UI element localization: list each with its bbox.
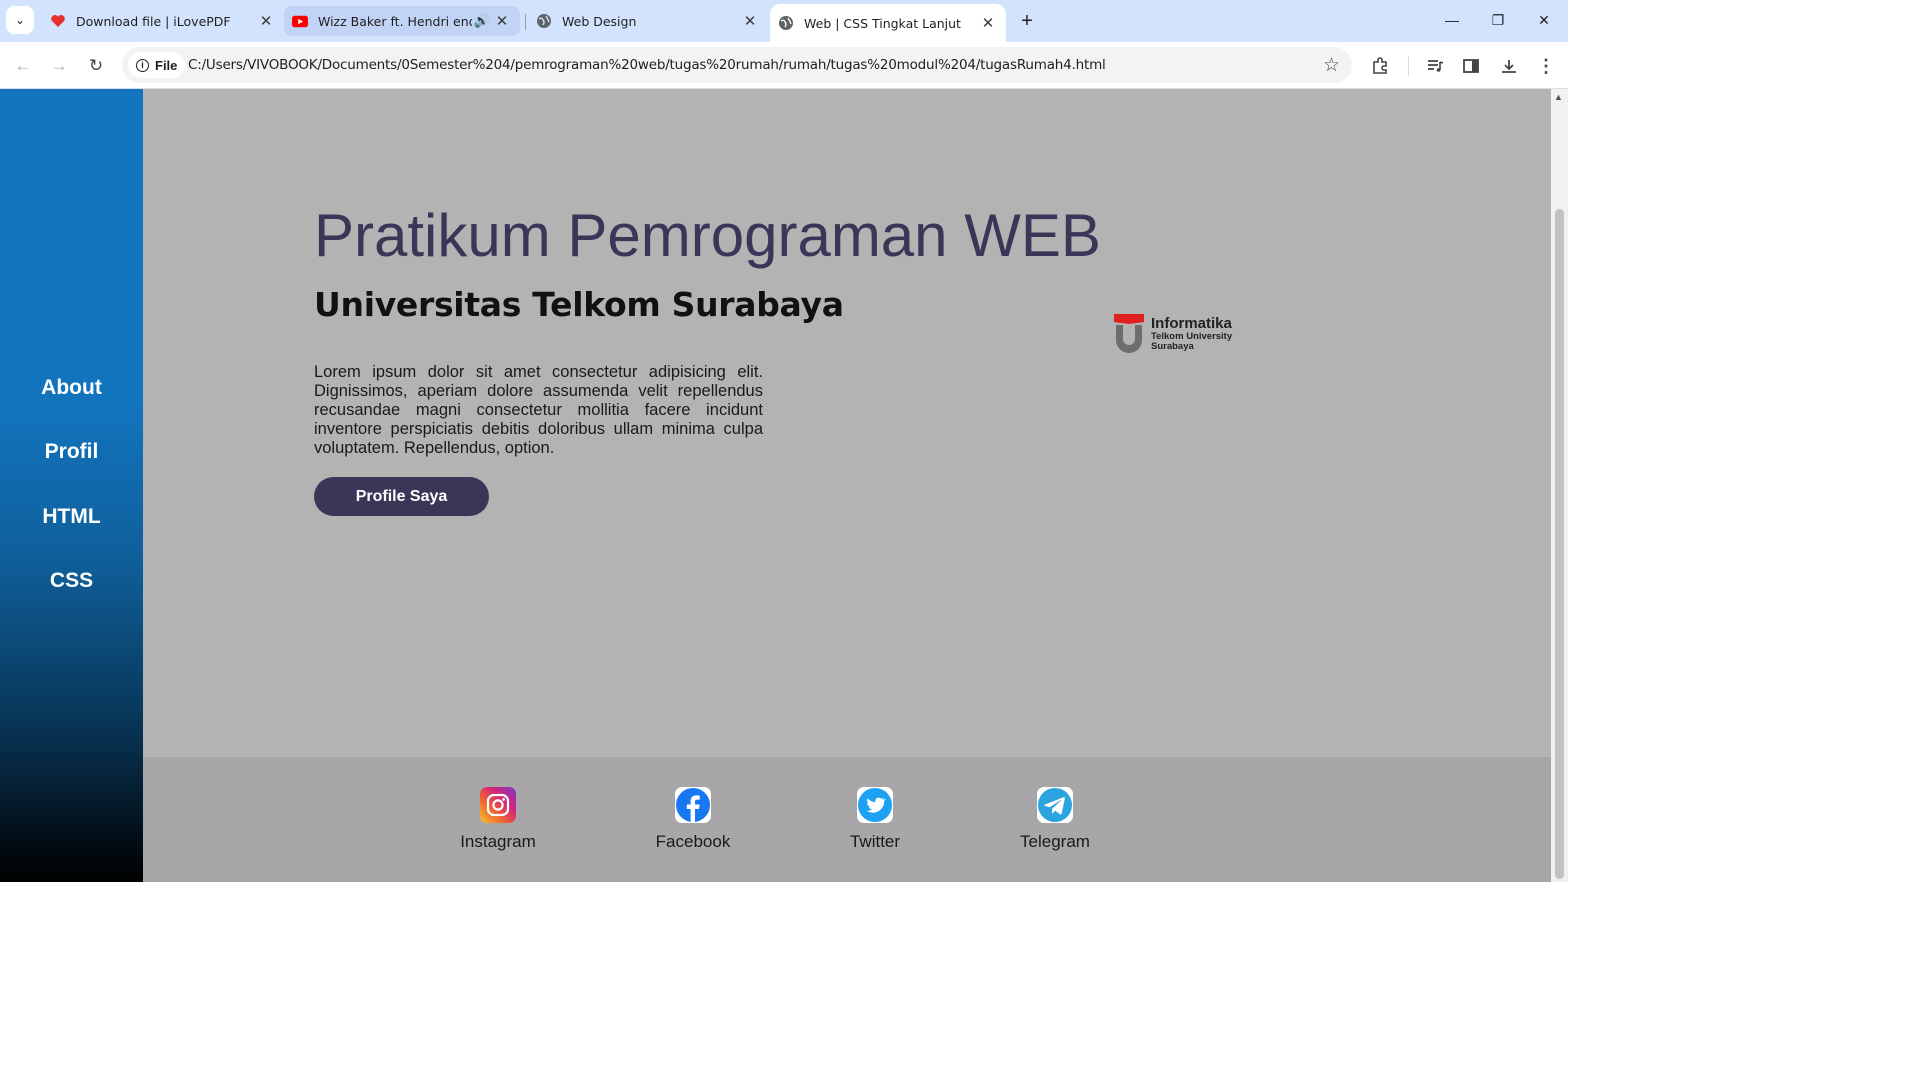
tab-title: Web Design bbox=[562, 13, 637, 29]
page-scrollbar[interactable]: ▲ bbox=[1551, 89, 1568, 882]
main-content: Pratikum Pemrograman WEB Universitas Tel… bbox=[143, 89, 1551, 757]
extensions-puzzle-icon[interactable] bbox=[1368, 54, 1392, 78]
restore-icon[interactable]: ❐ bbox=[1476, 6, 1520, 34]
url-text[interactable]: C:/Users/VIVOBOOK/Documents/0Semester%20… bbox=[188, 57, 1106, 73]
site-info-chip[interactable]: i File bbox=[128, 52, 186, 78]
telegram-icon bbox=[1037, 787, 1073, 823]
globe-icon bbox=[536, 13, 552, 29]
back-arrow-icon[interactable]: ← bbox=[8, 51, 38, 81]
tab-separator bbox=[525, 14, 526, 30]
scroll-up-arrow-icon[interactable]: ▲ bbox=[1554, 92, 1563, 102]
tab-youtube[interactable]: Wizz Baker ft. Hendri endico 🔊 ✕ bbox=[284, 6, 520, 36]
profile-saya-button[interactable]: Profile Saya bbox=[314, 477, 489, 516]
new-tab-plus-icon[interactable]: + bbox=[1014, 8, 1040, 34]
instagram-icon bbox=[480, 787, 516, 823]
page-subtitle: Universitas Telkom Surabaya bbox=[314, 285, 844, 324]
intro-paragraph: Lorem ipsum dolor sit amet consectetur a… bbox=[314, 363, 763, 457]
globe-icon bbox=[778, 15, 794, 31]
informatika-logo: Informatika Telkom University Surabaya bbox=[1113, 312, 1232, 356]
footer: Instagram Facebook Twitter Telegram bbox=[143, 757, 1551, 882]
ilovepdf-heart-icon bbox=[50, 13, 66, 29]
close-icon[interactable]: ✕ bbox=[256, 11, 276, 31]
media-control-icon[interactable] bbox=[1423, 54, 1447, 78]
tab-ilovepdf[interactable]: Download file | iLovePDF ✕ bbox=[46, 6, 276, 36]
reload-icon[interactable]: ↻ bbox=[81, 51, 111, 81]
forward-arrow-icon[interactable]: → bbox=[44, 51, 74, 81]
page-viewport: About Profil HTML CSS Pratikum Pemrogram… bbox=[0, 89, 1568, 882]
window-close-icon[interactable]: ✕ bbox=[1522, 6, 1566, 34]
facebook-icon bbox=[675, 787, 711, 823]
tab-title: Web | CSS Tingkat Lanjut bbox=[804, 15, 961, 31]
telkom-u-logo-icon bbox=[1113, 312, 1145, 356]
sidebar-item-html[interactable]: HTML bbox=[0, 505, 143, 529]
tab-css-tingkat-lanjut[interactable]: Web | CSS Tingkat Lanjut ✕ bbox=[770, 4, 1006, 42]
sidebar-item-css[interactable]: CSS bbox=[0, 569, 143, 593]
scrollbar-thumb[interactable] bbox=[1555, 209, 1564, 879]
logo-line-3: Surabaya bbox=[1151, 340, 1194, 352]
social-label: Telegram bbox=[1020, 832, 1090, 851]
bookmark-star-icon[interactable]: ☆ bbox=[1323, 54, 1340, 77]
social-facebook[interactable]: Facebook bbox=[655, 787, 731, 852]
tab-web-design[interactable]: Web Design ✕ bbox=[532, 6, 760, 36]
browser-tab-strip: ⌄ Download file | iLovePDF ✕ Wizz Baker … bbox=[0, 0, 1568, 42]
chip-label: File bbox=[155, 57, 178, 73]
social-label: Instagram bbox=[460, 832, 536, 851]
sidebar: About Profil HTML CSS bbox=[0, 89, 143, 882]
logo-line-1: Informatika bbox=[1151, 315, 1232, 333]
social-telegram[interactable]: Telegram bbox=[1019, 787, 1091, 852]
youtube-icon bbox=[292, 13, 308, 29]
more-menu-icon[interactable]: ⋮ bbox=[1534, 54, 1558, 78]
tab-search-chevron-icon[interactable]: ⌄ bbox=[6, 6, 34, 34]
toolbar-separator bbox=[1408, 56, 1409, 76]
tab-title: Download file | iLovePDF bbox=[76, 13, 231, 29]
sidebar-item-about[interactable]: About bbox=[0, 376, 143, 400]
close-icon[interactable]: ✕ bbox=[740, 11, 760, 31]
social-label: Twitter bbox=[849, 832, 901, 851]
profile-avatar-icon[interactable] bbox=[1497, 54, 1521, 78]
info-icon: i bbox=[136, 58, 149, 72]
twitter-icon bbox=[857, 787, 893, 823]
minimize-icon[interactable]: — bbox=[1430, 6, 1474, 34]
social-twitter[interactable]: Twitter bbox=[845, 787, 905, 852]
social-instagram[interactable]: Instagram bbox=[460, 787, 536, 852]
address-bar[interactable]: i File C:/Users/VIVOBOOK/Documents/0Seme… bbox=[122, 47, 1352, 83]
side-panel-icon[interactable] bbox=[1459, 54, 1483, 78]
social-label: Facebook bbox=[655, 832, 731, 851]
close-icon[interactable]: ✕ bbox=[492, 11, 512, 31]
close-icon[interactable]: ✕ bbox=[978, 13, 998, 33]
page-title: Pratikum Pemrograman WEB bbox=[314, 202, 1101, 269]
speaker-icon[interactable]: 🔊 bbox=[472, 11, 492, 31]
sidebar-item-profil[interactable]: Profil bbox=[0, 440, 143, 464]
tab-title: Wizz Baker ft. Hendri endico bbox=[318, 13, 472, 29]
browser-toolbar: ← → ↻ i File C:/Users/VIVOBOOK/Documents… bbox=[0, 42, 1568, 89]
